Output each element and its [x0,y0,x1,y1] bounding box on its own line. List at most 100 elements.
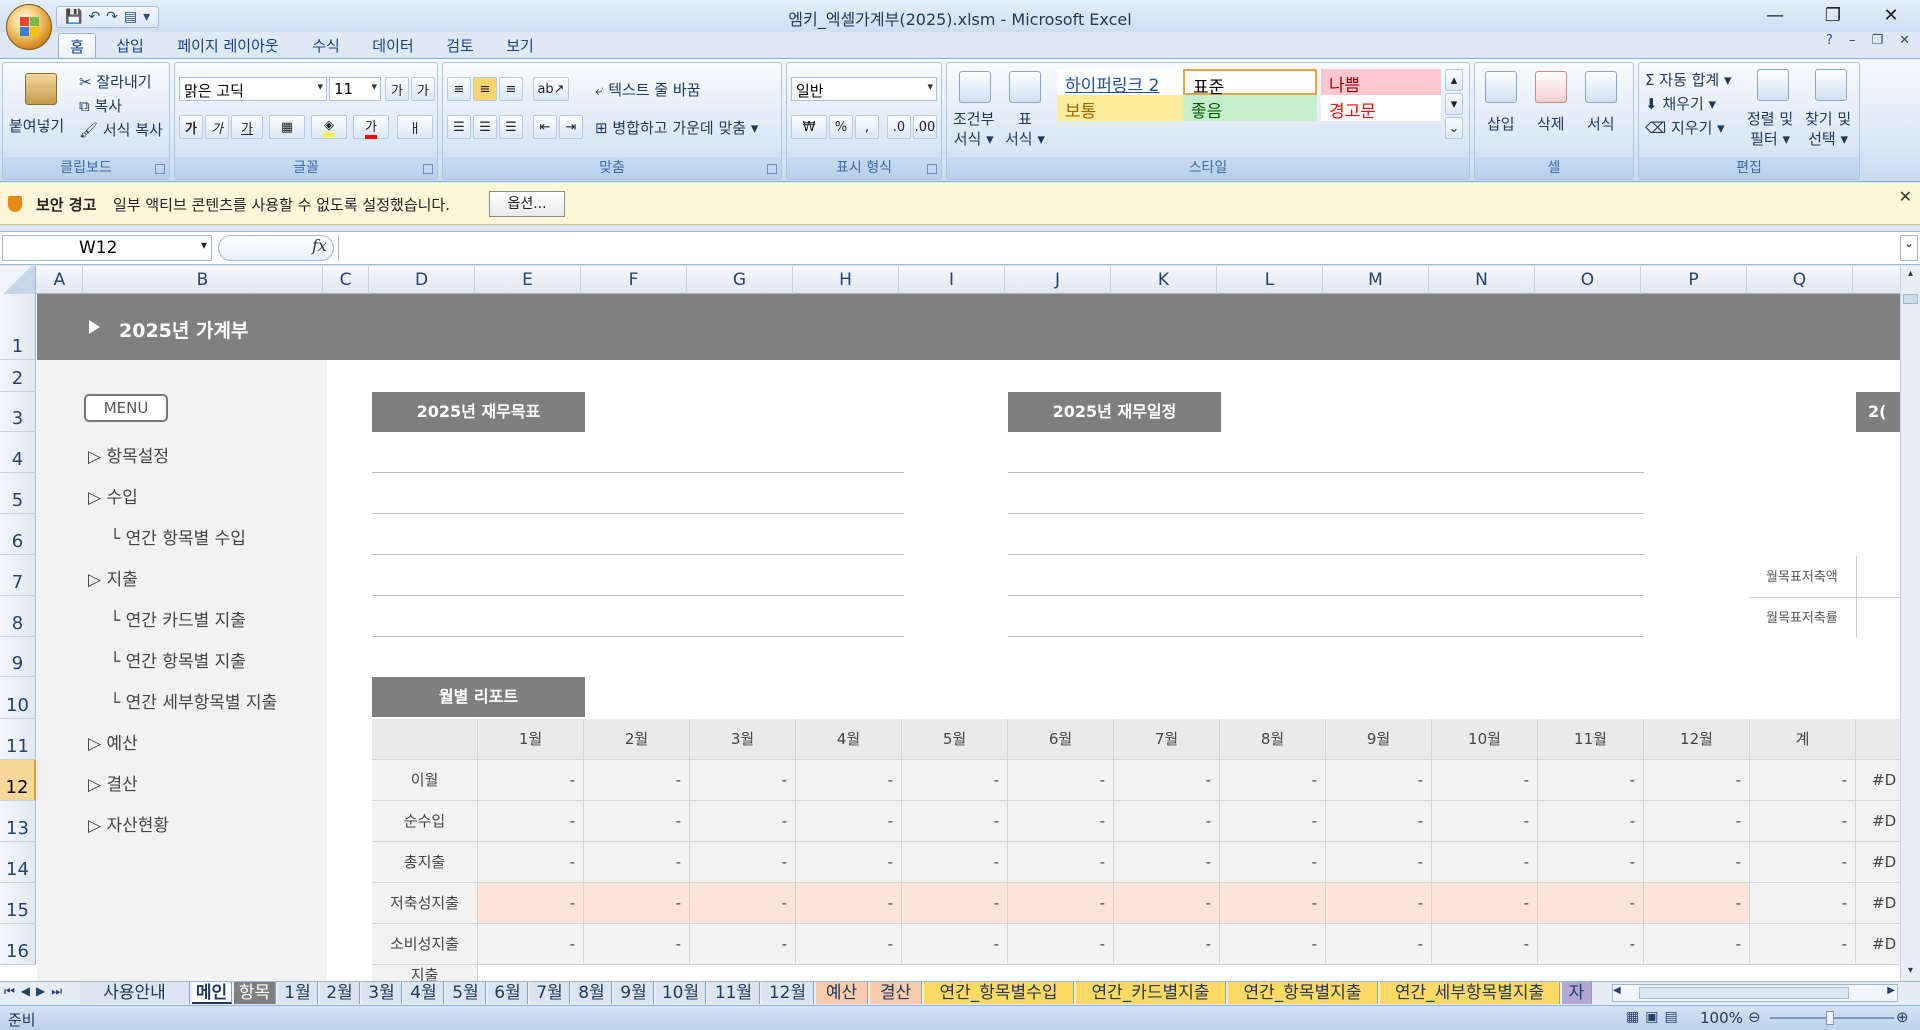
report-month-header[interactable]: 10월 [1432,719,1538,760]
report-cell[interactable]: - [1538,842,1644,883]
select-all-corner[interactable] [0,266,36,294]
report-month-header[interactable]: 11월 [1538,719,1644,760]
report-row-label[interactable]: 총지출 [372,842,478,883]
row-header-2[interactable]: 2 [0,360,36,392]
entry-line[interactable] [1008,513,1644,514]
report-cell[interactable]: - [796,801,902,842]
menu-item-6[interactable]: └ 연간 세부항목별 지출 [110,688,277,713]
scroll-up-icon[interactable]: ▴ [1903,268,1918,282]
dialog-launcher-icon[interactable] [155,164,165,174]
entry-line[interactable] [372,554,904,555]
report-month-header[interactable]: 2월 [584,719,690,760]
row-header-8[interactable]: 8 [0,596,36,637]
column-header-b[interactable]: B [83,266,323,294]
cell-style-3[interactable]: 보통 [1057,95,1191,122]
expand-formula-icon[interactable]: ⌄ [1900,235,1918,261]
minimize-button[interactable]: — [1746,0,1804,30]
sheet-tab[interactable]: 1월 [278,982,318,1004]
row-header-15[interactable]: 15 [0,883,36,924]
scroll-down-icon[interactable]: ▾ [1903,965,1918,979]
clear-button[interactable]: ⌫ 지우기 ▾ [1645,117,1725,138]
column-header-k[interactable]: K [1111,266,1217,294]
menu-item-4[interactable]: └ 연간 카드별 지출 [110,606,246,631]
currency-button[interactable]: ₩ [791,115,827,139]
report-cell[interactable]: - [1432,924,1538,965]
cell-style-4[interactable]: 좋음 [1183,95,1317,122]
report-cell[interactable]: - [1538,883,1644,924]
menu-item-2[interactable]: └ 연간 항목별 수입 [110,524,246,549]
tab-review[interactable]: 검토 [442,33,478,58]
report-cell[interactable]: - [478,924,584,965]
report-month-header[interactable]: 6월 [1008,719,1114,760]
percent-button[interactable]: % [829,115,853,139]
report-month-header[interactable]: 4월 [796,719,902,760]
entry-line[interactable] [1008,554,1644,555]
report-month-header[interactable]: 8월 [1220,719,1326,760]
office-button[interactable] [6,4,52,50]
sheet-tab[interactable]: 2월 [320,982,360,1004]
report-cell[interactable]: - [902,883,1008,924]
report-cell[interactable]: - [584,924,690,965]
column-header-n[interactable]: N [1429,266,1535,294]
security-options-button[interactable]: 옵션... [489,191,565,217]
row-header-6[interactable]: 6 [0,514,36,555]
sheet-tab[interactable]: 연간_항목별수입 [924,982,1074,1004]
column-header-f[interactable]: F [581,266,687,294]
copy-button[interactable]: ⧉ 복사 [79,95,122,116]
styles-more-icon[interactable]: ⌄ [1445,117,1463,139]
zoom-slider-thumb[interactable] [1826,1011,1834,1025]
report-cell[interactable]: - [1644,760,1750,801]
dialog-launcher-icon[interactable] [423,164,433,174]
report-row-label[interactable]: 저축성지출 [372,883,478,924]
report-month-header[interactable]: 계 [1750,719,1856,760]
paste-button[interactable]: 붙여넣기 [9,115,64,136]
report-cell[interactable]: - [1220,924,1326,965]
report-cell[interactable]: - [1750,801,1856,842]
report-cell[interactable]: - [1114,842,1220,883]
report-cell[interactable]: - [1644,924,1750,965]
report-cell[interactable]: - [902,924,1008,965]
report-cell[interactable]: - [584,842,690,883]
report-cell[interactable]: - [1750,924,1856,965]
format-as-table-button[interactable]: 표 서식 ▾ [1005,109,1045,149]
sheet-tab[interactable]: 9월 [614,982,654,1004]
sheet-tab[interactable]: 연간_세부항목별지출 [1380,982,1560,1004]
decrease-decimal-button[interactable]: .00 [913,115,937,139]
fill-button[interactable]: ⬇ 채우기 ▾ [1645,93,1716,114]
close-icon[interactable]: ✕ [1899,187,1912,206]
report-cell[interactable]: - [690,760,796,801]
report-cell[interactable]: - [902,801,1008,842]
close-button[interactable]: ✕ [1862,0,1920,30]
borders-button[interactable]: ▦ [269,115,305,139]
report-cell[interactable]: - [478,760,584,801]
format-cells-button[interactable]: 서식 [1587,113,1615,134]
zoom-out-icon[interactable]: ⊖ [1748,1008,1761,1026]
restore-button[interactable]: ❐ [1804,0,1862,30]
entry-line[interactable] [1008,595,1644,596]
report-cell[interactable]: - [1326,883,1432,924]
entry-line[interactable] [1008,472,1644,473]
fill-color-button[interactable]: ◈ [311,115,347,139]
autosum-button[interactable]: Σ 자동 합계 ▾ [1645,69,1732,90]
align-right-button[interactable]: ☰ [499,115,523,139]
zoom-level[interactable]: 100% [1700,1009,1743,1027]
worksheet-grid[interactable]: ABCDEFGHIJKLMNOPQ 1 2 3 4 5 6 7 8 9 10 11 12 13 14 15 1… [0,266,1920,981]
report-cell[interactable]: - [1644,883,1750,924]
sheet-tab[interactable]: 연간_항목별지출 [1228,982,1378,1004]
report-cell[interactable]: - [1114,760,1220,801]
report-cell[interactable]: - [1326,801,1432,842]
underline-button[interactable]: 가 [231,115,263,139]
report-cell[interactable]: - [796,883,902,924]
column-header-e[interactable]: E [475,266,581,294]
report-cell[interactable]: - [478,842,584,883]
report-month-header[interactable]: 7월 [1114,719,1220,760]
entry-line[interactable] [372,595,904,596]
phonetic-button[interactable]: ㅐ [397,115,433,139]
report-corner-cell[interactable] [372,719,478,760]
tab-data[interactable]: 데이터 [368,33,418,58]
report-cell[interactable]: - [1114,801,1220,842]
column-header-g[interactable]: G [687,266,793,294]
formula-input[interactable] [338,235,1894,261]
tab-formulas[interactable]: 수식 [308,33,344,58]
row-header-3[interactable]: 3 [0,392,36,432]
